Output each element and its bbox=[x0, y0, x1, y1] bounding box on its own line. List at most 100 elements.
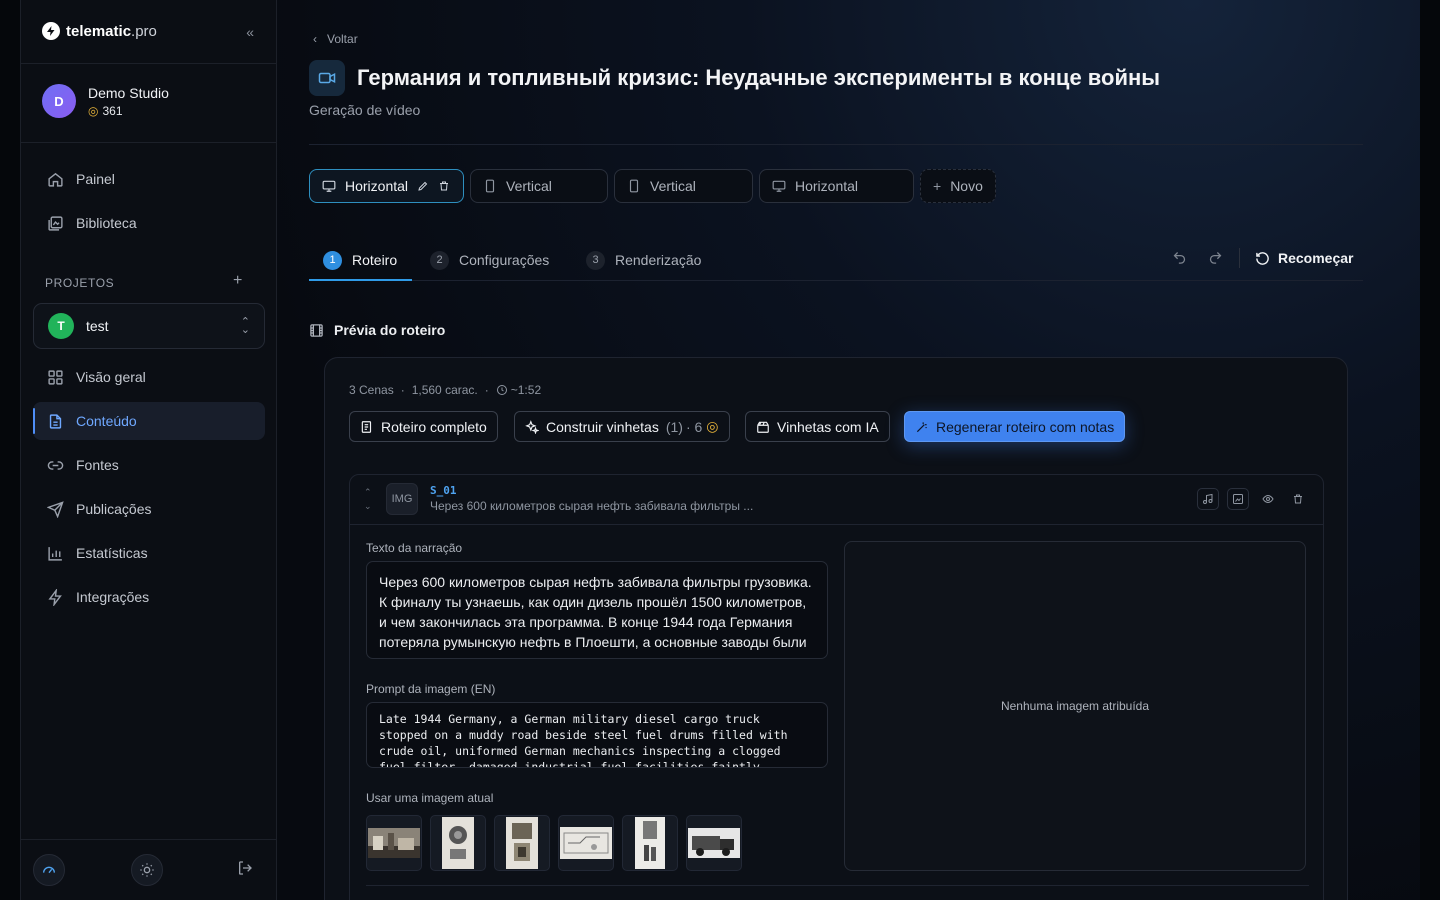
build-count: (1) bbox=[665, 418, 683, 435]
scene-actions bbox=[1197, 488, 1309, 510]
scene-card: ⌃ ⌄ IMG S_01 Через 600 километров сырая н… bbox=[349, 474, 1324, 900]
build-vignettes-label: Construir vinhetas bbox=[546, 418, 659, 435]
build-cost: · 6 bbox=[685, 418, 703, 435]
brand-suffix: .pro bbox=[131, 22, 157, 40]
nav-item-painel[interactable]: Painel bbox=[33, 160, 265, 198]
image-icon[interactable] bbox=[1227, 488, 1249, 510]
monitor-icon bbox=[322, 180, 336, 192]
full-script-button[interactable]: Roteiro completo bbox=[349, 411, 498, 442]
nav-item-fontes[interactable]: Fontes bbox=[33, 446, 265, 484]
back-label: Voltar bbox=[327, 32, 358, 46]
title-row: Германия и топливный кризис: Неудачные э… bbox=[309, 60, 1160, 96]
assigned-image-placeholder[interactable]: Nenhuma imagem atribuída bbox=[844, 541, 1306, 871]
credits: ◎ 361 bbox=[88, 104, 169, 118]
format-tab-label: Vertical bbox=[506, 178, 552, 194]
usage-gauge-button[interactable] bbox=[33, 854, 65, 886]
nav-item-estatisticas[interactable]: Estatísticas bbox=[33, 534, 265, 572]
credits-value: 361 bbox=[102, 103, 123, 118]
image-thumbnail[interactable] bbox=[558, 815, 614, 871]
part-drawing-icon bbox=[635, 817, 665, 869]
main-content: ‹ Voltar Германия и топливный кризис: Не… bbox=[277, 0, 1420, 900]
home-icon bbox=[46, 170, 64, 188]
tab-renderizacao[interactable]: 3 Renderização bbox=[586, 240, 701, 280]
image-thumbnail[interactable] bbox=[686, 815, 742, 871]
music-note-icon[interactable] bbox=[1197, 488, 1219, 510]
scene-summary: Через 600 километров сырая нефть забивал… bbox=[430, 499, 754, 513]
no-image-text: Nenhuma imagem atribuída bbox=[1000, 699, 1150, 713]
regenerate-label: Regenerar roteiro com notas bbox=[936, 418, 1115, 435]
step-label: Configurações bbox=[459, 252, 550, 268]
format-tab-vertical-2[interactable]: Vertical bbox=[614, 169, 753, 203]
trash-icon[interactable] bbox=[1287, 488, 1309, 510]
image-prompt-textarea[interactable]: Late 1944 Germany, a German military die… bbox=[366, 702, 828, 768]
nav-item-publicacoes[interactable]: Publicações bbox=[33, 490, 265, 528]
new-format-label: Novo bbox=[950, 178, 983, 194]
redo-icon[interactable] bbox=[1208, 250, 1223, 270]
nav-item-biblioteca[interactable]: Biblioteca bbox=[33, 204, 265, 242]
script-preview-card: 3 Cenas · 1,560 carac. · ~1:52 Roteiro c… bbox=[324, 357, 1348, 900]
film-icon bbox=[310, 323, 323, 337]
back-link[interactable]: ‹ Voltar bbox=[313, 32, 358, 46]
collapse-sidebar-icon[interactable]: « bbox=[246, 24, 254, 40]
schematic-icon bbox=[560, 827, 612, 859]
format-tab-horizontal-2[interactable]: Horizontal bbox=[759, 169, 914, 203]
scene-header[interactable]: ⌃ ⌄ IMG S_01 Через 600 километров сырая н… bbox=[350, 475, 1323, 525]
format-tab-label: Vertical bbox=[650, 178, 696, 194]
project-selector[interactable]: T test ⌃ ⌄ bbox=[33, 303, 265, 349]
format-tab-horizontal-1[interactable]: Horizontal bbox=[309, 169, 464, 203]
nav-label: Biblioteca bbox=[76, 215, 137, 231]
trash-icon[interactable] bbox=[438, 180, 450, 192]
link-icon bbox=[46, 456, 64, 474]
new-format-button[interactable]: + Novo bbox=[920, 169, 996, 203]
engine-part-icon bbox=[506, 817, 538, 869]
nav-item-integracoes[interactable]: Integrações bbox=[33, 578, 265, 616]
scene-id: S_01 bbox=[430, 484, 457, 497]
theme-toggle-button[interactable] bbox=[131, 854, 163, 886]
image-prompt-label: Prompt da imagem (EN) bbox=[366, 682, 496, 696]
step-number: 2 bbox=[430, 250, 449, 270]
tab-configuracoes[interactable]: 2 Configurações bbox=[430, 240, 549, 280]
gauge-icon bbox=[43, 866, 55, 874]
nav-label: Visão geral bbox=[76, 369, 146, 385]
reorder-arrows-icon[interactable]: ⌃ ⌄ bbox=[364, 485, 372, 513]
nav-label: Fontes bbox=[76, 457, 119, 473]
preview-title: Prévia do roteiro bbox=[334, 322, 446, 338]
brand-logo[interactable]: telematic .pro bbox=[42, 22, 157, 40]
ai-vignettes-button[interactable]: Vinhetas com IA bbox=[745, 411, 890, 442]
bar-chart-icon bbox=[46, 544, 64, 562]
account-card[interactable]: D Demo Studio ◎ 361 bbox=[42, 84, 169, 118]
eye-icon[interactable] bbox=[1257, 488, 1279, 510]
scene-count: 3 Cenas bbox=[349, 383, 394, 397]
image-thumbnail[interactable] bbox=[622, 815, 678, 871]
regenerate-script-button[interactable]: Regenerar roteiro com notas bbox=[904, 411, 1126, 442]
build-vignettes-button[interactable]: Construir vinhetas (1) · 6 ◎ bbox=[514, 411, 730, 442]
coins-icon: ◎ bbox=[706, 418, 719, 434]
sidebar: telematic .pro « D Demo Studio ◎ 361 Pain… bbox=[20, 0, 277, 900]
truck-photo-icon bbox=[688, 828, 740, 858]
format-tab-label: Horizontal bbox=[345, 178, 409, 194]
format-tab-label: Horizontal bbox=[795, 178, 859, 194]
project-name: test bbox=[86, 318, 109, 334]
nav-item-visao-geral[interactable]: Visão geral bbox=[33, 358, 265, 396]
preview-heading: Prévia do roteiro bbox=[309, 322, 445, 338]
format-tab-vertical-1[interactable]: Vertical bbox=[470, 169, 608, 203]
step-label: Renderização bbox=[615, 252, 702, 268]
script-meta: 3 Cenas · 1,560 carac. · ~1:52 bbox=[349, 383, 541, 397]
image-thumbnail[interactable] bbox=[494, 815, 550, 871]
add-project-icon[interactable]: + bbox=[233, 272, 242, 290]
page-subtitle: Geração de vídeo bbox=[309, 102, 421, 118]
narration-textarea[interactable]: Через 600 километров сырая нефть забивал… bbox=[366, 561, 828, 659]
tab-roteiro[interactable]: 1 Roteiro bbox=[323, 240, 397, 280]
filter-diagram-icon bbox=[442, 817, 474, 869]
phone-icon bbox=[629, 179, 639, 193]
use-image-label: Usar uma imagem atual bbox=[366, 791, 494, 805]
undo-icon[interactable] bbox=[1172, 250, 1187, 270]
monitor-icon bbox=[772, 180, 786, 192]
pencil-icon[interactable] bbox=[417, 180, 429, 192]
image-thumbnail[interactable] bbox=[430, 815, 486, 871]
logout-icon[interactable] bbox=[237, 860, 253, 881]
bolt-icon bbox=[46, 588, 64, 606]
restart-button[interactable]: Recomeçar bbox=[1255, 250, 1354, 266]
nav-item-conteudo[interactable]: Conteúdo bbox=[33, 402, 265, 440]
image-thumbnail[interactable] bbox=[366, 815, 422, 871]
